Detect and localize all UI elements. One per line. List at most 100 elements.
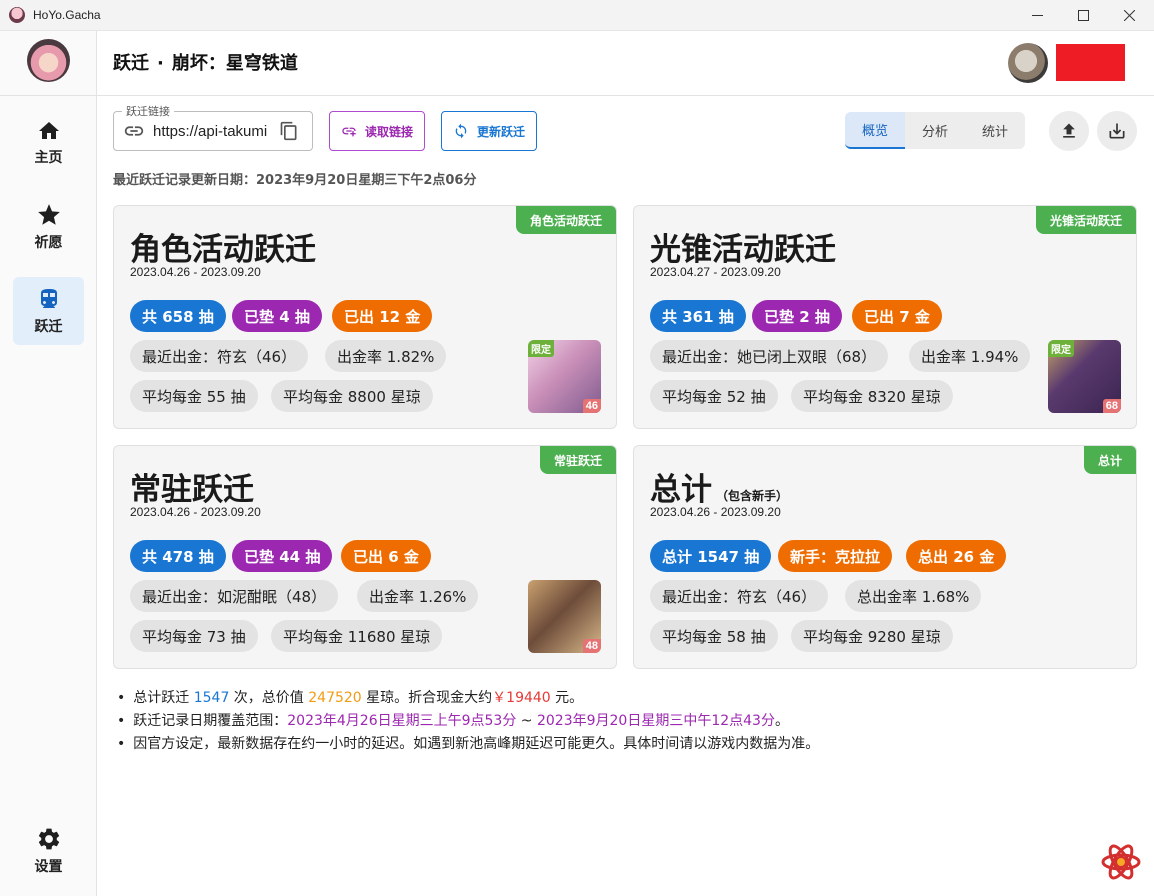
gold-rate-chip: 总出金率 1.68% [845, 580, 982, 612]
link-icon [124, 126, 144, 136]
limited-badge: 限定 [1048, 340, 1074, 357]
update-warp-button[interactable]: 更新跃迁 [441, 111, 537, 151]
avg-jade-chip: 平均每金 8800 星琼 [271, 380, 433, 412]
gear-icon [38, 828, 59, 850]
last-gold-chip: 最近出金：符玄（46） [650, 580, 829, 612]
card-total: 总计 总计 （包含新手） 2023.04.26 - 2023.09.20 总计 1… [633, 445, 1137, 669]
limited-badge: 限定 [528, 340, 554, 357]
last-gold-chip: 最近出金：如泥酣眠（48） [130, 580, 339, 612]
gold-rate-chip: 出金率 1.82% [325, 340, 447, 372]
card-date-range: 2023.04.27 - 2023.09.20 [650, 265, 781, 279]
upload-icon [1063, 123, 1075, 138]
note-text: ~ [516, 713, 537, 729]
page-title-section: 跃迁 [113, 53, 149, 74]
sidebar-item-label: 主页 [34, 150, 63, 166]
app-brand-icon[interactable] [1100, 843, 1142, 881]
window-titlebar: HoYo.Gacha [0, 0, 1154, 31]
sidebar-item-settings[interactable]: 设置 [13, 817, 84, 885]
last-gold-thumbnail[interactable]: 48 [528, 580, 601, 653]
close-button[interactable] [1106, 0, 1152, 31]
sidebar-item-label: 设置 [34, 859, 63, 875]
last-gold-chip: 最近出金：符玄（46） [130, 340, 309, 372]
bullet: • [117, 713, 126, 729]
pull-count-badge: 46 [582, 399, 601, 413]
warp-url-input[interactable]: https://api-takumi [153, 123, 269, 140]
avg-jade-chip: 平均每金 8320 星琼 [791, 380, 953, 412]
total-jade-value: 247520 [308, 690, 362, 706]
card-title: 常驻跃迁 [130, 472, 254, 508]
summary-notes: • 总计跃迁 1547 次，总价值 247520 星琼。折合现金大约￥19440 … [117, 687, 819, 756]
note-text: 因官方设定，最新数据存在约一小时的延迟。如遇到新池高峰期延迟可能更久。具体时间请… [133, 736, 820, 752]
card-tag: 角色活动跃迁 [515, 206, 616, 234]
gold-count-chip: 已出 6 金 [341, 540, 431, 572]
card-title: 光锥活动跃迁 [650, 232, 836, 268]
read-link-button[interactable]: 读取链接 [329, 111, 425, 151]
total-count-value: 1547 [193, 690, 230, 706]
total-pulls-chip: 共 478 抽 [130, 540, 226, 572]
card-title: 总计 （包含新手） [650, 464, 788, 509]
gold-count-chip: 已出 12 金 [332, 300, 433, 332]
minimize-button[interactable] [1014, 0, 1060, 31]
window-title: HoYo.Gacha [33, 8, 101, 22]
pull-count-badge: 68 [1102, 399, 1121, 413]
gold-rate-chip: 出金率 1.94% [909, 340, 1031, 372]
total-pulls-chip: 共 361 抽 [650, 300, 746, 332]
last-gold-thumbnail[interactable]: 限定 46 [528, 340, 601, 413]
tab-overview[interactable]: 概览 [845, 112, 905, 149]
account-avatar[interactable] [1008, 43, 1048, 83]
note-text: 。 [774, 713, 789, 729]
sidebar-item-label: 跃迁 [34, 319, 63, 335]
gold-count-chip: 总出 26 金 [906, 540, 1007, 572]
copy-icon[interactable] [279, 121, 299, 141]
sidebar-item-wish[interactable]: 祈愿 [13, 193, 84, 261]
card-title: 角色活动跃迁 [130, 232, 316, 268]
pity-chip: 已垫 2 抽 [752, 300, 842, 332]
range-end: 2023年9月20日星期三中午12点43分 [536, 713, 775, 729]
home-icon [38, 122, 59, 139]
maximize-button[interactable] [1060, 0, 1106, 31]
page-title-game: 崩坏：星穹铁道 [171, 53, 298, 74]
avg-jade-chip: 平均每金 9280 星琼 [791, 620, 953, 652]
note-delay: • 因官方设定，最新数据存在约一小时的延迟。如遇到新池高峰期延迟可能更久。具体时间… [117, 733, 819, 756]
import-button[interactable] [1097, 111, 1137, 151]
last-gold-thumbnail[interactable]: 限定 68 [1048, 340, 1121, 413]
tab-analysis[interactable]: 分析 [905, 112, 965, 149]
star-icon [37, 204, 60, 225]
pity-chip: 已垫 4 抽 [232, 300, 322, 332]
pull-count-badge: 48 [582, 639, 601, 653]
range-start: 2023年4月26日星期三上午9点53分 [287, 713, 517, 729]
bullet: • [117, 690, 126, 706]
card-character-event: 角色活动跃迁 角色活动跃迁 2023.04.26 - 2023.09.20 共 … [113, 205, 617, 429]
card-date-range: 2023.04.26 - 2023.09.20 [130, 505, 261, 519]
sidebar-divider [0, 95, 97, 96]
avg-pulls-chip: 平均每金 73 抽 [130, 620, 258, 652]
sync-icon [455, 123, 467, 139]
note-text: 星琼。折合现金大约 [361, 690, 493, 706]
download-icon [1109, 123, 1125, 139]
note-total-value: • 总计跃迁 1547 次，总价值 247520 星琼。折合现金大约￥19440 … [117, 687, 819, 710]
account-uid-redacted[interactable] [1056, 44, 1125, 81]
avg-pulls-chip: 平均每金 52 抽 [650, 380, 778, 412]
avg-pulls-chip: 平均每金 58 抽 [650, 620, 778, 652]
note-text: 总计跃迁 [133, 690, 194, 706]
card-tag: 光锥活动跃迁 [1035, 206, 1136, 234]
card-date-range: 2023.04.26 - 2023.09.20 [130, 265, 261, 279]
card-standard: 常驻跃迁 常驻跃迁 2023.04.26 - 2023.09.20 共 478 … [113, 445, 617, 669]
export-button[interactable] [1049, 111, 1089, 151]
app-avatar[interactable] [27, 39, 70, 82]
sidebar-item-home[interactable]: 主页 [13, 109, 84, 177]
tab-statistics[interactable]: 统计 [965, 112, 1025, 149]
note-text: 元。 [550, 690, 584, 706]
card-tag: 总计 [1083, 446, 1136, 474]
title-separator: · [157, 53, 164, 74]
app-logo-icon [9, 7, 25, 23]
page-title: 跃迁 · 崩坏：星穹铁道 [113, 49, 298, 75]
last-gold-chip: 最近出金：她已闭上双眼（68） [650, 340, 889, 372]
total-pulls-chip: 共 658 抽 [130, 300, 226, 332]
note-text: 跃迁记录日期覆盖范围： [133, 713, 288, 729]
sidebar-item-label: 祈愿 [34, 235, 63, 251]
note-text: 次，总价值 [229, 690, 309, 706]
pity-chip: 已垫 44 抽 [232, 540, 333, 572]
sidebar-item-warp[interactable]: 跃迁 [13, 277, 84, 345]
read-link-label: 读取链接 [364, 124, 413, 139]
